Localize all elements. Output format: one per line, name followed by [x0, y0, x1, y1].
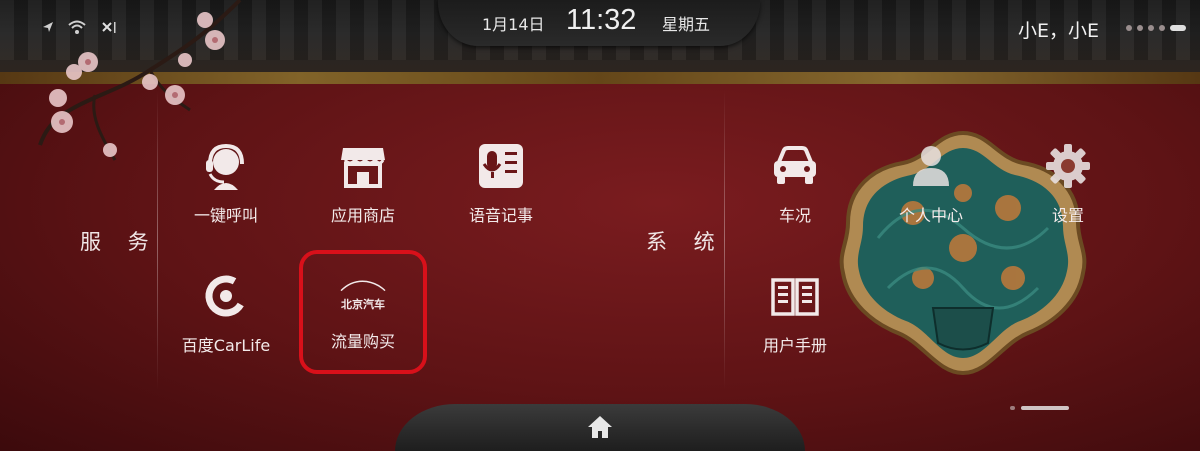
- selection-highlight: [299, 250, 427, 374]
- headset-agent-icon: [206, 143, 244, 190]
- app-one-key-call[interactable]: 一键呼叫: [171, 140, 281, 226]
- status-icons: [42, 20, 116, 34]
- location-icon: [43, 22, 53, 32]
- app-label: 一键呼叫: [193, 206, 258, 225]
- weekday-text: 星期五: [662, 15, 711, 34]
- app-label: 设置: [1051, 206, 1084, 225]
- store-icon: [341, 148, 385, 188]
- app-user-manual[interactable]: 用户手册: [740, 270, 850, 356]
- app-voice-memo[interactable]: 语音记事: [446, 140, 556, 226]
- date-text: 1月14日: [482, 15, 545, 34]
- app-label: 车况: [778, 206, 811, 225]
- car-icon: [774, 146, 816, 184]
- section-label-services: 服 务: [80, 230, 159, 254]
- time-text: 11:32: [566, 4, 637, 36]
- app-settings[interactable]: 设置: [1013, 140, 1123, 226]
- app-label: 应用商店: [330, 206, 395, 225]
- app-baidu-carlife[interactable]: 百度CarLife: [171, 270, 281, 356]
- page-indicator: [1010, 406, 1069, 410]
- app-personal-center[interactable]: 个人中心: [876, 140, 986, 226]
- book-icon: [771, 278, 819, 316]
- app-label: 个人中心: [898, 206, 963, 225]
- app-label: 百度CarLife: [181, 336, 271, 355]
- infotainment-home-screen: 1月14日 11:32 星期五 小E，小E 服 务 系 统 一键呼叫 应用商店 …: [0, 0, 1200, 451]
- user-profile-icon: [913, 146, 949, 186]
- gear-icon: [1046, 144, 1090, 188]
- app-app-store[interactable]: 应用商店: [308, 140, 418, 226]
- app-label: 语音记事: [468, 206, 533, 225]
- wifi-icon: [68, 20, 86, 34]
- voice-indicator: [1126, 25, 1186, 31]
- voice-assistant-wakeword[interactable]: 小E，小E: [1018, 16, 1099, 43]
- voice-memo-icon: [479, 144, 523, 188]
- section-label-system: 系 统: [646, 230, 725, 254]
- home-icon[interactable]: [587, 414, 613, 440]
- app-label: 用户手册: [762, 336, 827, 355]
- signal-off-icon: [102, 22, 116, 33]
- carlife-icon: [205, 275, 247, 317]
- app-vehicle-status[interactable]: 车况: [740, 140, 850, 226]
